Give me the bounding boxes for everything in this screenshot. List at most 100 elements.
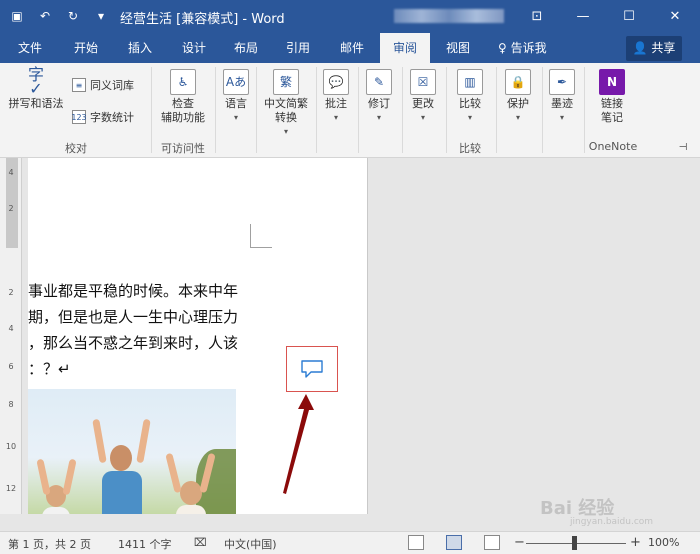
tab-mailings[interactable]: 邮件 — [328, 33, 376, 63]
tab-design[interactable]: 设计 — [170, 33, 218, 63]
review-ribbon: 字✓ 拼写和语法 ≡ 同义词库 123 字数统计 校对 ♿ 检查 辅助功能 可访问性… — [0, 63, 700, 158]
tab-layout[interactable]: 布局 — [222, 33, 270, 63]
tab-file[interactable]: 文件 — [8, 33, 52, 63]
undo-icon[interactable]: ↶ — [36, 7, 54, 25]
pin-ribbon-icon[interactable]: ⊣ — [676, 141, 690, 155]
redo-icon[interactable]: ↻ — [64, 7, 82, 25]
chevron-down-icon: ▾ — [376, 113, 381, 122]
ruler-tick: 10 — [5, 442, 17, 451]
baidu-watermark-url: jingyan.baidu.com — [570, 517, 654, 527]
changes-label: 更改 — [412, 97, 434, 110]
title-bar: ▣ ↶ ↻ ▾ 经营生活 [兼容模式] - Word ⊡ — ☐ ✕ — [0, 0, 700, 33]
word-count[interactable]: 1411 个字 — [118, 536, 172, 552]
spellcheck-icon: 字✓ — [27, 65, 44, 98]
chevron-down-icon: ▾ — [420, 113, 425, 122]
page-count[interactable]: 第 1 页，共 2 页 — [8, 536, 91, 552]
web-layout-button[interactable] — [484, 535, 500, 550]
tab-home[interactable]: 开始 — [62, 33, 110, 63]
group-separator — [402, 67, 403, 153]
zoom-in-button[interactable]: + — [630, 535, 641, 550]
lock-icon: 🔒 — [505, 69, 531, 95]
word-count-button[interactable]: 123 字数统计 — [71, 109, 134, 125]
protect-button[interactable]: 🔒 保护 ▾ — [498, 69, 538, 125]
print-layout-button[interactable] — [446, 535, 462, 550]
lightbulb-icon: ♀ — [498, 41, 511, 55]
text-line: ，那么当不惑之年到来时，人该 — [28, 334, 239, 352]
compare-icon: ▥ — [457, 69, 483, 95]
group-separator — [151, 67, 152, 153]
inline-photo[interactable] — [28, 389, 236, 514]
group-separator — [496, 67, 497, 153]
share-label: 共享 — [651, 41, 676, 55]
ruler-tick: 8 — [8, 400, 14, 409]
chinese-conversion-button[interactable]: 繁 中文简繁 转换 ▾ — [258, 69, 314, 139]
customize-qat-icon[interactable]: ▾ — [92, 7, 110, 25]
check-accessibility-button[interactable]: ♿ 检查 辅助功能 — [154, 69, 212, 125]
chinese-conversion-label-2: 转换 — [275, 111, 297, 124]
save-icon[interactable]: ▣ — [8, 7, 26, 25]
compare-label: 比较 — [459, 97, 481, 110]
tab-references[interactable]: 引用 — [274, 33, 322, 63]
comments-label: 批注 — [325, 97, 347, 110]
comments-button[interactable]: 💬 批注 ▾ — [318, 69, 354, 125]
spelling-label: 拼写和语法 — [8, 97, 64, 110]
maximize-button[interactable]: ☐ — [606, 0, 652, 33]
word-count-label: 字数统计 — [90, 111, 134, 124]
ruler-tick: 6 — [8, 362, 14, 371]
compare-button[interactable]: ▥ 比较 ▾ — [450, 69, 490, 125]
language-status[interactable]: 中文(中国) — [224, 536, 277, 552]
ruler-tick: 2 — [8, 204, 14, 213]
accessibility-label-1: 检查 — [172, 97, 194, 110]
group-separator — [316, 67, 317, 153]
spelling-grammar-button[interactable]: 字✓ 拼写和语法 — [4, 65, 68, 111]
thesaurus-icon: ≡ — [72, 78, 86, 92]
blurred-account-name — [394, 9, 504, 23]
zoom-level[interactable]: 100% — [648, 536, 679, 549]
vertical-ruler: 4 2 2 4 6 8 10 12 — [0, 158, 22, 514]
chevron-down-icon: ▾ — [515, 113, 520, 122]
word-count-icon: 123 — [71, 110, 87, 124]
language-icon: Aあ — [223, 69, 249, 95]
ribbon-display-options-button[interactable]: ⊡ — [514, 0, 560, 33]
chevron-down-icon: ▾ — [559, 113, 564, 122]
protect-label: 保护 — [507, 97, 529, 110]
linked-notes-button[interactable]: N 链接 笔记 — [588, 69, 636, 125]
tell-me-search[interactable]: ♀ 告诉我 — [498, 33, 547, 63]
ink-label: 墨迹 — [551, 97, 573, 110]
comment-balloon-icon[interactable] — [300, 359, 324, 379]
language-label: 语言 — [225, 97, 247, 110]
zoom-out-button[interactable]: − — [514, 535, 525, 550]
tell-me-label: 告诉我 — [510, 41, 547, 55]
thesaurus-button[interactable]: ≡ 同义词库 — [72, 77, 134, 93]
changes-icon: ☒ — [410, 69, 436, 95]
minimize-button[interactable]: — — [560, 0, 606, 33]
status-bar: 第 1 页，共 2 页 1411 个字 ⌧ 中文(中国) − + 100% — [0, 531, 700, 554]
share-button[interactable]: 👤 共享 — [626, 36, 682, 61]
chevron-down-icon: ▾ — [233, 113, 238, 122]
document-page[interactable]: 事业都是平稳的时候。本来中年 期，但是也是人一生中心理压力 ，那么当不惑之年到来… — [28, 158, 368, 514]
tracking-label: 修订 — [368, 97, 390, 110]
chevron-down-icon: ▾ — [283, 127, 288, 136]
tracking-button[interactable]: ✎ 修订 ▾ — [360, 69, 398, 125]
group-separator — [542, 67, 543, 153]
proofing-group-label: 校对 — [65, 142, 87, 155]
tab-view[interactable]: 视图 — [434, 33, 482, 63]
group-separator — [256, 67, 257, 153]
group-separator — [215, 67, 216, 153]
close-button[interactable]: ✕ — [652, 0, 698, 33]
group-separator — [358, 67, 359, 153]
margin-corner-mark — [250, 224, 272, 248]
text-line: 期，但是也是人一生中心理压力 — [28, 308, 239, 326]
read-mode-button[interactable] — [408, 535, 424, 550]
ribbon-tabs: 文件 开始 插入 设计 布局 引用 邮件 审阅 视图 ♀ 告诉我 👤 共享 — [0, 33, 700, 63]
ruler-tick: 4 — [8, 324, 14, 333]
quick-access-toolbar: ▣ ↶ ↻ ▾ — [8, 7, 110, 25]
tab-review[interactable]: 审阅 — [380, 33, 430, 63]
changes-button[interactable]: ☒ 更改 ▾ — [404, 69, 442, 125]
chinese-conversion-label-1: 中文简繁 — [264, 97, 308, 110]
tab-insert[interactable]: 插入 — [116, 33, 164, 63]
proofing-status-icon[interactable]: ⌧ — [194, 536, 207, 549]
language-button[interactable]: Aあ 语言 ▾ — [218, 69, 254, 125]
zoom-slider-thumb[interactable] — [572, 536, 577, 550]
ink-button[interactable]: ✒ 墨迹 ▾ — [544, 69, 580, 125]
